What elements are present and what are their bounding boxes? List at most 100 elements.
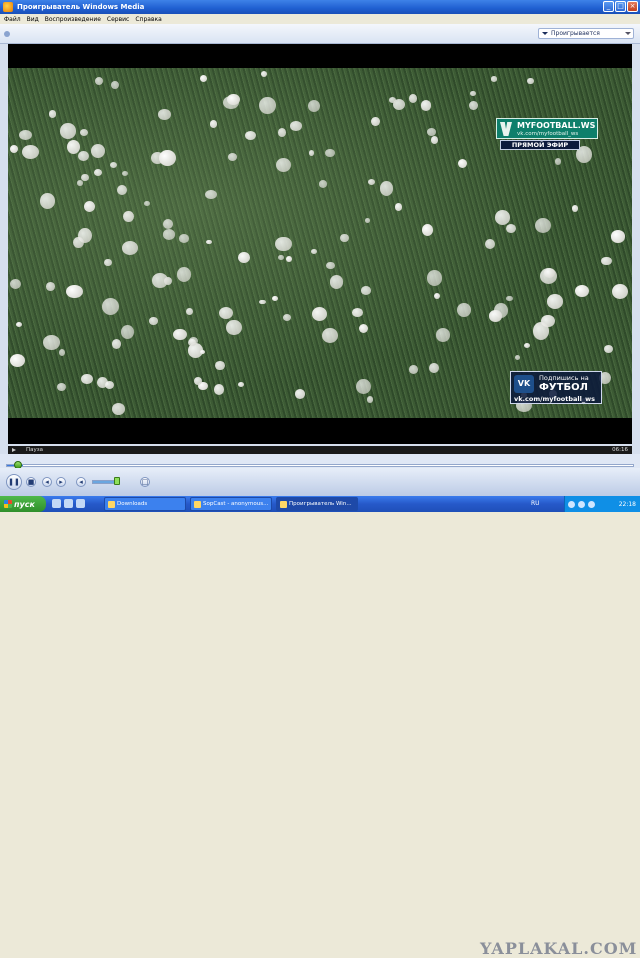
player-toolbar: Проигрывается	[0, 24, 640, 44]
hailstone	[83, 200, 96, 212]
tray-app-icon[interactable]	[588, 500, 595, 508]
title-bar[interactable]: Проигрыватель Windows Media _ □ ×	[0, 0, 640, 14]
hailstone	[271, 295, 278, 302]
hailstone	[322, 327, 339, 343]
hailstone	[48, 110, 57, 119]
quick-launch-media-icon[interactable]	[76, 499, 85, 508]
quick-launch-desktop-icon[interactable]	[64, 499, 73, 508]
menu-bar: Файл Вид Воспроизведение Сервис Справка	[0, 14, 640, 24]
hailstone	[604, 344, 614, 354]
hailstone	[371, 116, 380, 127]
menu-playback[interactable]: Воспроизведение	[45, 16, 101, 23]
hailstone	[329, 275, 344, 289]
hailstone	[194, 376, 203, 385]
transport-controls: ❚❚ ■ ◂ ▸ ◂ □ YAPLAKAL.COM	[0, 468, 640, 958]
hailstone	[426, 270, 442, 286]
hailstone	[116, 185, 127, 196]
vk-logo-icon: VK	[514, 375, 534, 393]
hailstone	[544, 268, 556, 278]
hailstone	[205, 189, 218, 199]
hailstone	[58, 348, 66, 357]
volume-thumb[interactable]	[114, 477, 120, 485]
hailstone	[245, 130, 257, 140]
mute-button[interactable]: ◂	[76, 477, 86, 487]
hailstone	[199, 349, 205, 355]
stop-button[interactable]: ■	[26, 477, 36, 487]
taskbar-item-label: Проигрыватель Win...	[289, 501, 352, 507]
back-button[interactable]	[4, 31, 10, 37]
hailstone	[238, 251, 251, 263]
hailstone	[178, 234, 190, 243]
hailstone	[209, 120, 218, 128]
hailstone	[81, 173, 89, 181]
hailstone	[427, 128, 437, 136]
hailstone	[39, 193, 56, 210]
hailstone	[532, 322, 550, 341]
status-text: Пауза	[26, 447, 44, 453]
fullscreen-icon: □	[141, 478, 149, 486]
previous-button[interactable]: ◂	[42, 477, 52, 487]
hailstone	[485, 238, 495, 249]
next-button[interactable]: ▸	[56, 477, 66, 487]
hailstone	[144, 200, 151, 207]
hailstone	[10, 145, 19, 154]
taskbar-item-downloads[interactable]: Downloads	[104, 497, 186, 511]
live-badge: ПРЯМОЙ ЭФИР	[500, 140, 580, 150]
next-icon: ▸	[59, 478, 63, 486]
close-button[interactable]: ×	[627, 1, 638, 12]
menu-help[interactable]: Справка	[135, 16, 161, 23]
fullscreen-button[interactable]: □	[140, 477, 150, 487]
hailstone	[149, 317, 158, 325]
menu-tools[interactable]: Сервис	[107, 16, 129, 23]
vk-channel-name: ФУТБОЛ	[539, 382, 588, 393]
logo-url: vk.com/myfootball_ws	[517, 131, 579, 137]
play-pause-button[interactable]: ❚❚	[6, 474, 22, 490]
hailstone	[420, 100, 432, 111]
tray-network-icon[interactable]	[568, 500, 575, 508]
taskbar-item-label: SopCast - anonymous...	[203, 501, 269, 507]
status-strip: Пауза 06:16	[8, 446, 632, 454]
menu-file[interactable]: Файл	[4, 16, 21, 23]
start-button[interactable]: пуск	[0, 496, 46, 512]
hailstone	[9, 354, 26, 368]
elapsed-time: 06:16	[612, 447, 628, 453]
hailstone	[290, 121, 302, 131]
vk-subscribe-text: Подпишись на	[539, 374, 589, 382]
now-playing-dropdown[interactable]: Проигрывается	[538, 28, 634, 39]
hailstone	[546, 294, 563, 309]
folder-icon	[108, 500, 115, 508]
hailstone	[259, 97, 276, 115]
hailstone	[429, 362, 440, 374]
windows-logo-icon	[4, 500, 12, 508]
taskbar-item-sopcast[interactable]: SopCast - anonymous...	[190, 497, 272, 511]
maximize-button[interactable]: □	[615, 1, 626, 12]
hailstone	[22, 145, 40, 159]
hailstone	[218, 307, 233, 320]
hailstone	[534, 218, 552, 234]
quick-launch-ie-icon[interactable]	[52, 499, 61, 508]
hailstone	[200, 75, 208, 83]
hailstone	[409, 94, 418, 103]
hailstone	[188, 336, 198, 345]
minimize-button[interactable]: _	[603, 1, 614, 12]
hailstone	[56, 382, 66, 392]
hailstone	[78, 150, 90, 162]
clock: 22:18	[618, 500, 636, 508]
hailstone	[111, 403, 125, 415]
language-indicator[interactable]: RU	[531, 500, 540, 507]
seek-bar[interactable]	[6, 464, 634, 467]
tray-volume-icon[interactable]	[578, 500, 585, 508]
hailstone	[611, 283, 628, 300]
hailstone	[151, 273, 168, 288]
volume-level	[93, 481, 116, 483]
window-title: Проигрыватель Windows Media	[17, 3, 145, 11]
taskbar-item-media-player[interactable]: Проигрыватель Win...	[276, 497, 358, 511]
hailstone	[365, 217, 371, 223]
hailstone	[361, 286, 372, 295]
hailstone	[43, 335, 61, 350]
channel-logo: MYFOOTBALL.WS vk.com/myfootball_ws	[496, 118, 598, 139]
hailstone	[157, 109, 172, 121]
video-display[interactable]: MYFOOTBALL.WS vk.com/myfootball_ws ПРЯМО…	[8, 68, 632, 418]
menu-view[interactable]: Вид	[27, 16, 39, 23]
hailstone	[259, 299, 266, 305]
